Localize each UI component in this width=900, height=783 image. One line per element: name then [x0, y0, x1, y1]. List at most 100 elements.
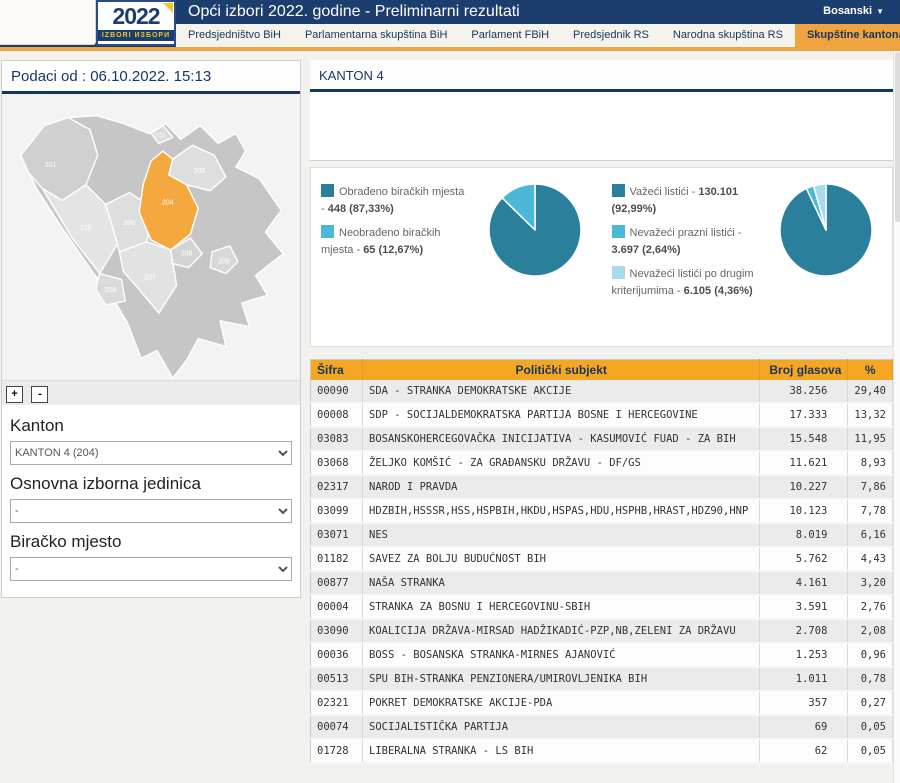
- stat-3: [747, 104, 893, 148]
- nav-tab-4[interactable]: Narodna skupština RS: [661, 24, 795, 47]
- header-corner-box: [0, 0, 96, 45]
- map-svg[interactable]: 201 202 203 204 205 206 207 208 209 210: [2, 94, 300, 380]
- cell-code: 00090: [310, 380, 363, 404]
- cell-code: 03083: [310, 427, 363, 452]
- cantons-map[interactable]: 201 202 203 204 205 206 207 208 209 210: [2, 94, 300, 380]
- table-row: 01728 LIBERALNA STRANKA - LS BIH 62 0,05: [310, 739, 893, 764]
- table-row: 02317 NAROD I PRAVDA 10.227 7,86: [310, 475, 893, 500]
- cell-votes: 10.123: [759, 499, 849, 524]
- scrollbar[interactable]: [893, 51, 900, 783]
- language-label: Bosanski: [823, 5, 873, 17]
- stat-0: [310, 104, 456, 148]
- elections-2022-logo[interactable]: 2022 IZBORI ИЗБОРИ: [96, 0, 176, 46]
- map-zoom-in-button[interactable]: +: [6, 385, 23, 403]
- table-row: 00090 SDA - STRANKA DEMOKRATSKE AKCIJE 38.…: [310, 380, 893, 404]
- legend-swatch-icon: [321, 225, 334, 238]
- filter-selects: Kanton KANTON 4 (204) Osnovna izborna jedi…: [2, 405, 300, 597]
- map-zoom-out-button[interactable]: -: [31, 385, 49, 403]
- bih-flag-icon: [163, 3, 173, 13]
- table-row: 00004 STRANKA ZA BOSNU I HERCEGOVINU-SBIH…: [310, 595, 893, 620]
- nav-tab-3[interactable]: Predsjednik RS: [561, 24, 661, 47]
- language-selector[interactable]: Bosanski ▼: [823, 5, 884, 17]
- map-canton-label-210: 210: [80, 225, 92, 232]
- cell-code: 03068: [310, 451, 363, 476]
- table-row: 00008 SDP - SOCIJALDEMOKRATSKA PARTIJA BO…: [310, 403, 893, 428]
- table-row: 03068 ŽELJKO KOMŠIĆ - ZA GRAĐANSKU DRŽAVU…: [310, 451, 893, 476]
- logo-year: 2022: [112, 3, 160, 29]
- stat-label: [319, 104, 447, 146]
- map-zoom-controls: + -: [2, 380, 300, 405]
- pie-chart-1: [779, 183, 873, 277]
- cell-pct: 11,95: [847, 427, 893, 452]
- cell-subject: STRANKA ZA BOSNU I HERCEGOVINU-SBIH: [362, 595, 761, 620]
- table-row: 00036 BOSS - BOSANSKA STRANKA-MIRNES AJAN…: [310, 643, 893, 668]
- cell-code: 00008: [310, 403, 363, 428]
- stat-label: [610, 104, 738, 146]
- nav-tab-2[interactable]: Parlament FBiH: [459, 24, 561, 47]
- cell-subject: BOSANSKOHERCEGOVAČKA INICIJATIVA - KASUM…: [362, 427, 761, 452]
- table-header-row: Šifra Politički subjekt Broj glasova%: [310, 359, 893, 380]
- column-header-0: Šifra: [310, 359, 363, 380]
- cell-code: 00074: [310, 715, 363, 740]
- filter-select-osnovna-izborna-jedinica[interactable]: -: [10, 499, 292, 523]
- cell-votes: 62: [759, 739, 849, 764]
- legend-value: 448 (87,33%): [327, 203, 394, 215]
- accent-divider: [0, 47, 900, 51]
- cell-votes: 10.227: [759, 475, 849, 500]
- scrollbar-thumb[interactable]: [894, 52, 900, 222]
- cell-votes: 15.548: [759, 427, 849, 452]
- cell-votes: 69: [759, 715, 849, 740]
- stat-1: [456, 104, 602, 148]
- cell-code: 01182: [310, 547, 363, 572]
- cell-subject: NAROD I PRAVDA: [362, 475, 761, 500]
- nav-tab-0[interactable]: Predsjedništvo BiH: [176, 24, 293, 47]
- main-nav: Predsjedništvo BiH Parlamentarna skupštin…: [176, 24, 900, 47]
- summary-stats: [310, 92, 893, 161]
- filters-panel: Podaci od : 06.10.2022. 15:13 201 202 203 2…: [1, 60, 301, 598]
- chevron-down-icon: ▼: [876, 7, 884, 16]
- map-canton-label-209: 209: [181, 251, 193, 258]
- logo-caption: IZBORI ИЗБОРИ: [98, 30, 174, 41]
- results-table: Šifra Politički subjekt Broj glasova% 0009…: [310, 359, 893, 764]
- cell-votes: 1.011: [759, 667, 849, 692]
- data-timestamp: Podaci od : 06.10.2022. 15:13: [2, 61, 300, 94]
- cell-votes: 5.762: [759, 547, 849, 572]
- cell-subject: KOALICIJA DRŽAVA-MIRSAD HADŽIKADIĆ-PZP,N…: [362, 619, 761, 644]
- nav-tab-1[interactable]: Parlamentarna skupština BiH: [293, 24, 459, 47]
- cell-code: 02321: [310, 691, 363, 716]
- cell-subject: SDA - STRANKA DEMOKRATSKE AKCIJE: [362, 380, 761, 404]
- cell-votes: 4.161: [759, 571, 849, 596]
- table-body: 00090 SDA - STRANKA DEMOKRATSKE AKCIJE 38.…: [310, 380, 893, 764]
- top-header: 2022 IZBORI ИЗБОРИ Opći izbori 2022. god…: [0, 0, 900, 47]
- table-row: 00513 SPU BIH-STRANKA PENZIONERA/UMIROVLJ…: [310, 667, 893, 692]
- legend-item: Obrađeno biračkih mjesta - 448 (87,33%): [321, 184, 465, 215]
- legend-value: 3.697 (2,64%): [611, 244, 681, 256]
- legend-value: 130.101 (92,99%): [611, 186, 739, 215]
- cell-code: 00513: [310, 667, 363, 692]
- filter-select-biračko-mjesto[interactable]: -: [10, 557, 292, 581]
- cell-pct: 3,20: [847, 571, 893, 596]
- page-title: Opći izbori 2022. godine - Preliminarni …: [188, 3, 520, 20]
- cell-pct: 7,78: [847, 499, 893, 524]
- cell-pct: 2,76: [847, 595, 893, 620]
- legend-swatch-icon: [611, 266, 625, 279]
- chart-legend-0: Obrađeno biračkih mjesta - 448 (87,33%) N…: [311, 168, 469, 346]
- cell-subject: SDP - SOCIJALDEMOKRATSKA PARTIJA BOSNE I…: [362, 403, 761, 428]
- filter-select-kanton[interactable]: KANTON 4 (204): [10, 441, 292, 465]
- cell-pct: 0,78: [847, 667, 893, 692]
- map-canton-label-207: 207: [144, 274, 156, 281]
- filter-label-1: Osnovna izborna jedinica: [10, 474, 201, 493]
- cell-pct: 0,96: [847, 643, 893, 668]
- cell-code: 00036: [310, 643, 363, 668]
- nav-tab-5[interactable]: Skupštine kantona u FBiH: [794, 24, 900, 47]
- table-row: 03083 BOSANSKOHERCEGOVAČKA INICIJATIVA - …: [310, 427, 893, 452]
- cell-code: 00877: [310, 571, 363, 596]
- cell-votes: 11.621: [759, 451, 849, 476]
- cell-pct: 29,40: [847, 380, 893, 404]
- cell-votes: 17.333: [759, 403, 849, 428]
- map-canton-label-204: 204: [162, 199, 174, 206]
- cell-subject: SOCIJALISTIČKA PARTIJA: [362, 715, 761, 740]
- map-canton-label-205: 205: [218, 259, 230, 266]
- cell-subject: LIBERALNA STRANKA - LS BIH: [362, 739, 761, 764]
- cell-pct: 0,27: [847, 691, 893, 716]
